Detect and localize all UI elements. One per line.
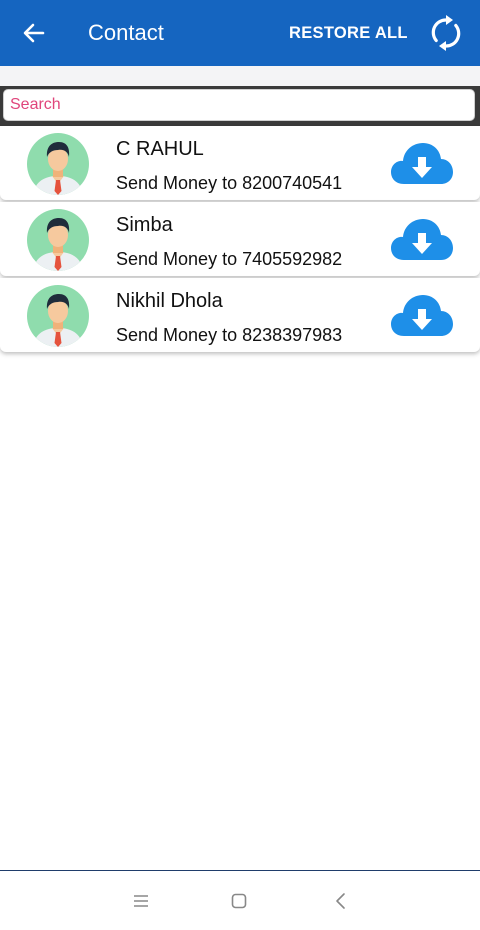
back-icon[interactable] (331, 891, 351, 911)
cloud-download-icon (391, 143, 453, 184)
contact-subtitle: Send Money to 7405592982 (116, 249, 343, 269)
menu-icon[interactable] (131, 891, 151, 911)
download-button[interactable] (390, 292, 454, 338)
contact-list: C RAHUL Send Money to 8200740541 Simba S… (0, 126, 480, 354)
toolbar-spacer (0, 66, 480, 86)
contact-subtitle: Send Money to 8200740541 (116, 173, 343, 193)
sync-button[interactable] (428, 14, 464, 52)
avatar-icon (27, 285, 89, 347)
download-button[interactable] (390, 140, 454, 186)
download-button[interactable] (390, 216, 454, 262)
sync-icon (431, 15, 461, 51)
app-bar: Contact RESTORE ALL (0, 0, 480, 66)
search-input[interactable] (3, 89, 475, 121)
contact-card[interactable]: C RAHUL Send Money to 8200740541 (0, 126, 480, 200)
cloud-download-icon (391, 295, 453, 336)
home-icon[interactable] (229, 891, 249, 911)
contact-name: C RAHUL (116, 138, 204, 160)
system-nav-bar (0, 870, 480, 930)
page-title: Contact (88, 20, 164, 45)
restore-all-button[interactable]: RESTORE ALL (289, 22, 408, 44)
contact-card[interactable]: Simba Send Money to 7405592982 (0, 202, 480, 276)
avatar-icon (27, 209, 89, 271)
contact-card[interactable]: Nikhil Dhola Send Money to 8238397983 (0, 278, 480, 352)
search-bar (0, 86, 480, 126)
back-button[interactable] (18, 17, 50, 49)
contact-name: Nikhil Dhola (116, 290, 223, 312)
cloud-download-icon (391, 219, 453, 260)
arrow-back-icon (23, 23, 45, 43)
contact-subtitle: Send Money to 8238397983 (116, 325, 343, 345)
avatar-icon (27, 133, 89, 195)
contact-name: Simba (116, 214, 173, 236)
